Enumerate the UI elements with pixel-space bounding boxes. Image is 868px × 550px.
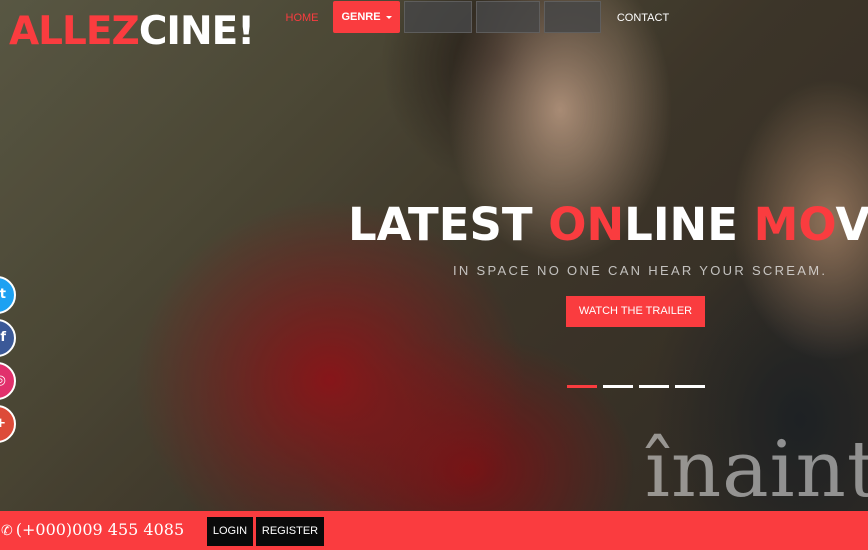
bottom-bar: ✆ (+000)009 455 4085 LOGIN REGISTER bbox=[0, 511, 868, 550]
nav-home-link[interactable]: HOME bbox=[280, 1, 324, 33]
nav-genre-label: GENRE bbox=[341, 11, 381, 23]
carousel-indicator-2[interactable] bbox=[603, 385, 633, 388]
hero-title-part-1: LATEST bbox=[348, 198, 549, 251]
carousel-indicator-4[interactable] bbox=[675, 385, 705, 388]
logo-part-1: ALLEZ bbox=[9, 9, 140, 54]
nav-item-blank-2[interactable] bbox=[476, 1, 540, 33]
nav-item-blank-3[interactable] bbox=[544, 1, 601, 33]
page: înaintu ALLEZCINE! HOME GENRE CONTACT LA… bbox=[0, 0, 868, 550]
caret-down-icon bbox=[385, 15, 392, 19]
nav-genre-dropdown[interactable]: GENRE bbox=[333, 1, 400, 33]
carousel-indicators bbox=[567, 385, 705, 388]
watch-trailer-button[interactable]: WATCH THE TRAILER bbox=[566, 296, 705, 327]
login-button[interactable]: LOGIN bbox=[207, 517, 253, 546]
phone-icon: ✆ bbox=[1, 523, 13, 539]
twitter-icon: t bbox=[0, 287, 6, 302]
instagram-icon: ◎ bbox=[0, 373, 6, 388]
carousel-indicator-3[interactable] bbox=[639, 385, 669, 388]
hero-subtitle: IN SPACE NO ONE CAN HEAR YOUR SCREAM. bbox=[453, 263, 828, 278]
hero-title-part-3: LINE bbox=[624, 198, 754, 251]
register-button[interactable]: REGISTER bbox=[256, 517, 324, 546]
hero-title-part-5: VIE bbox=[835, 198, 868, 251]
hero-title: LATEST ONLINE MOVIE bbox=[348, 198, 868, 252]
facebook-icon: f bbox=[0, 330, 6, 345]
nav-contact-link[interactable]: CONTACT bbox=[612, 1, 674, 33]
google-plus-icon: + bbox=[0, 416, 6, 431]
hero-watermark: înaintu bbox=[645, 425, 868, 515]
phone-contact: ✆ (+000)009 455 4085 bbox=[1, 520, 184, 539]
carousel-indicator-1[interactable] bbox=[567, 385, 597, 388]
nav-item-blank-1[interactable] bbox=[404, 1, 472, 33]
logo-part-2: CINE! bbox=[138, 9, 255, 54]
site-logo[interactable]: ALLEZCINE! bbox=[9, 6, 255, 58]
phone-number: (+000)009 455 4085 bbox=[15, 520, 185, 539]
hero-title-part-4: MO bbox=[753, 198, 836, 251]
hero-title-part-2: ON bbox=[548, 198, 625, 251]
